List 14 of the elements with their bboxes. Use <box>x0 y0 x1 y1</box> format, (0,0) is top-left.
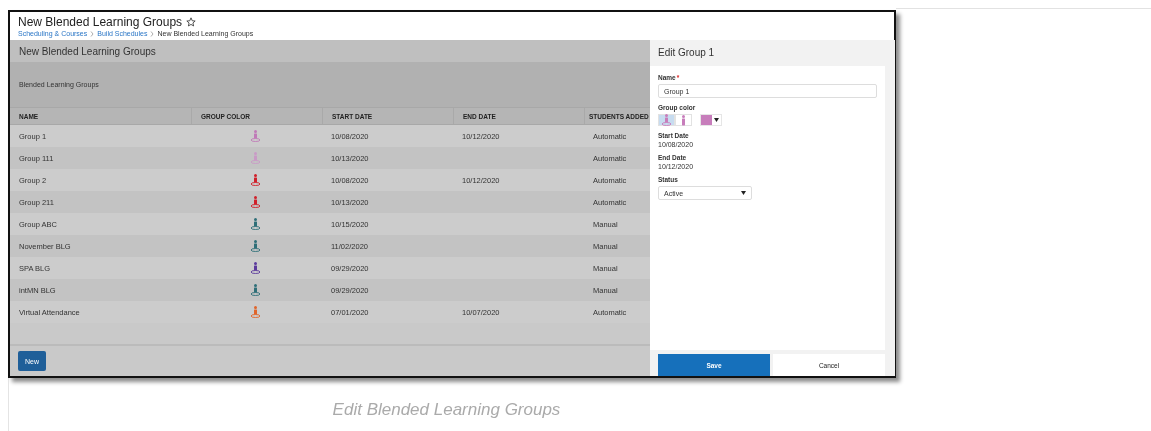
chevron-icon <box>150 30 155 37</box>
caret-icon <box>741 191 746 195</box>
panel-heading: Edit Group 1 <box>657 45 716 60</box>
icon-toggle[interactable] <box>675 114 692 126</box>
person-icon <box>681 114 686 126</box>
icon-toggle[interactable] <box>658 114 675 126</box>
star-icon[interactable] <box>186 17 197 27</box>
chevron-icon <box>90 30 95 37</box>
page-title: New Blended Learning Groups <box>18 15 183 29</box>
person-ring-icon <box>661 114 672 126</box>
color-picker[interactable] <box>700 114 722 126</box>
panel-heading: New Blended Learning Groups <box>10 40 650 62</box>
caret-icon <box>714 118 719 122</box>
image-caption: Edit Blended Learning Groups <box>332 400 561 421</box>
